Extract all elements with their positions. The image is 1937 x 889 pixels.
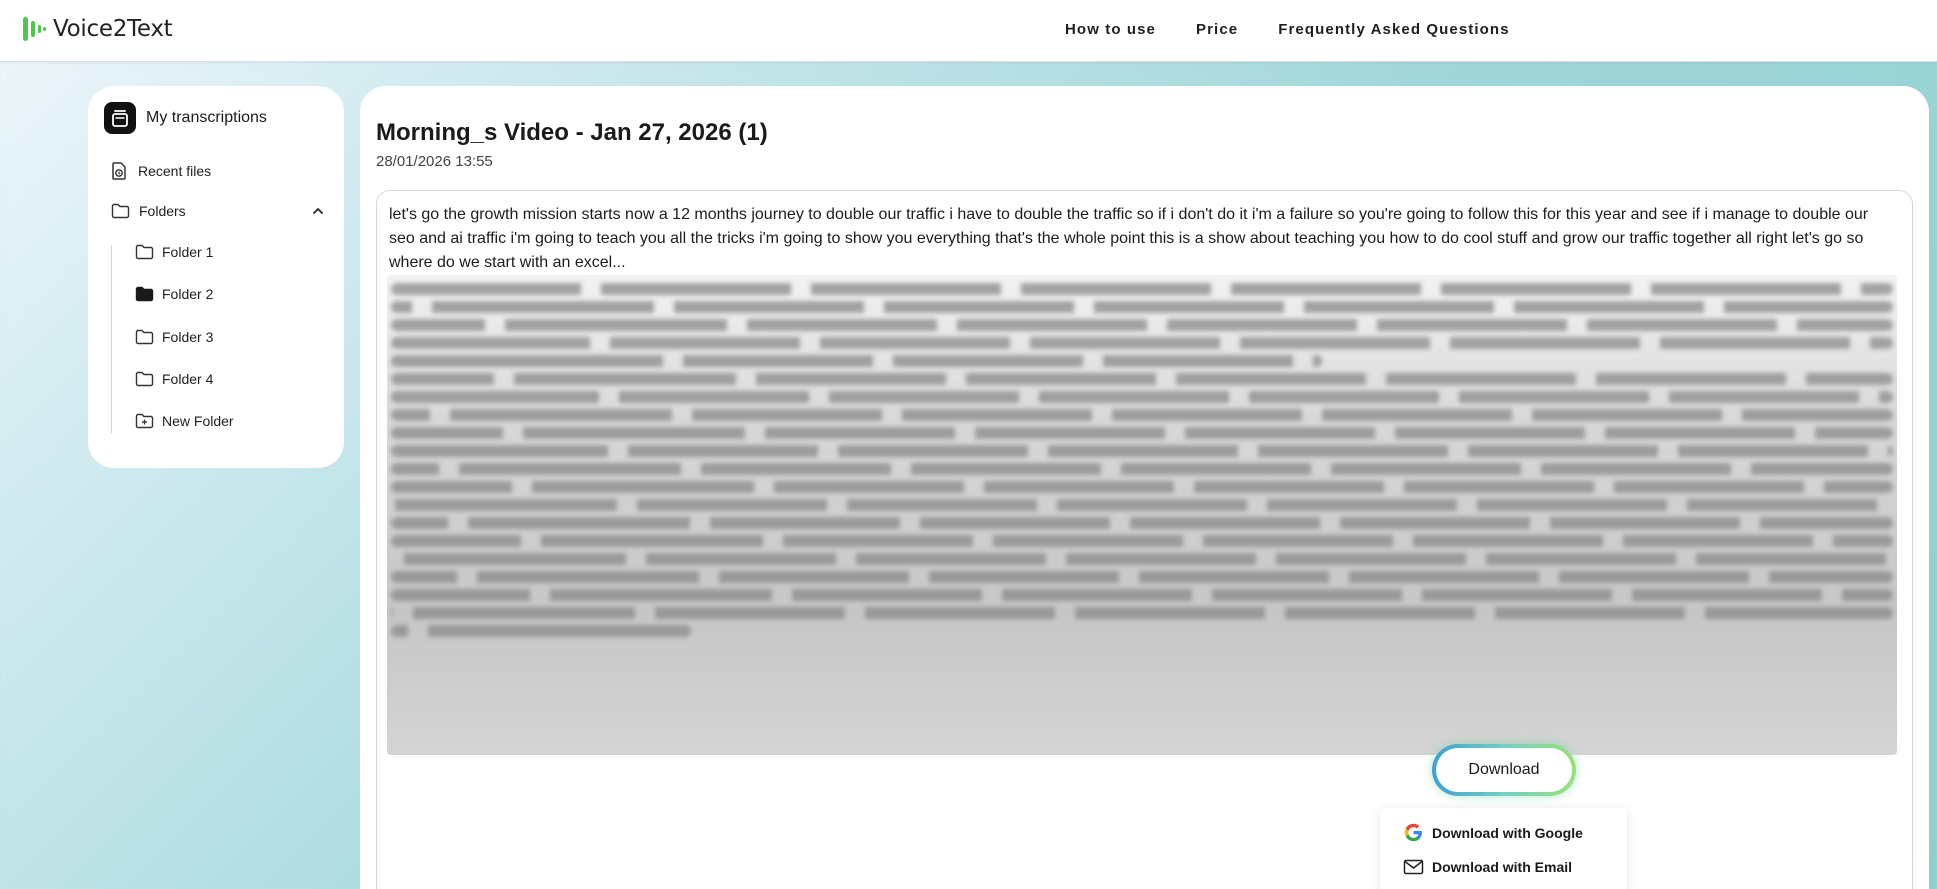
sidebar-item-recent-files[interactable]: Recent files: [111, 161, 211, 181]
blurred-text-line: [391, 427, 1893, 439]
download-with-google-option[interactable]: Download with Google: [1403, 822, 1583, 843]
main-nav: How to use Price Frequently Asked Questi…: [1065, 21, 1550, 38]
folders-label: Folders: [139, 203, 186, 219]
blurred-text-line: [391, 553, 1893, 565]
transcriptions-sidebar: My transcriptions Recent files Folders F…: [88, 86, 344, 468]
blurred-text-line: [391, 355, 1323, 367]
download-with-email-option[interactable]: Download with Email: [1403, 859, 1572, 875]
sidebar-folder-2[interactable]: Folder 2: [135, 286, 213, 302]
nav-how-to-use[interactable]: How to use: [1065, 21, 1156, 38]
folder-plus-icon: [135, 413, 154, 429]
nav-price[interactable]: Price: [1196, 21, 1238, 38]
transcriptions-icon: [104, 102, 136, 134]
mail-icon: [1403, 859, 1424, 875]
blurred-text-line: [391, 319, 1893, 331]
folder-label: Folder 4: [162, 371, 214, 387]
blurred-transcript: [387, 275, 1897, 755]
download-email-label: Download with Email: [1432, 859, 1573, 875]
blurred-text-line: [391, 607, 1893, 619]
download-button[interactable]: Download: [1432, 744, 1576, 796]
sidebar-folder-3[interactable]: Folder 3: [135, 329, 213, 345]
folder-outline-icon: [135, 329, 154, 345]
blurred-text-line: [391, 625, 692, 637]
blurred-text-line: [391, 445, 1893, 457]
blurred-text-line: [391, 535, 1893, 547]
blurred-text-line: [391, 301, 1893, 313]
my-transcriptions-label: My transcriptions: [146, 109, 267, 126]
folder-filled-icon: [135, 286, 154, 302]
blurred-text-line: [391, 391, 1893, 403]
my-transcriptions-header[interactable]: My transcriptions: [104, 102, 267, 134]
recent-files-label: Recent files: [138, 163, 212, 179]
blurred-text-line: [391, 499, 1893, 511]
brand-logo[interactable]: Voice2Text: [22, 13, 173, 45]
sidebar-folder-1[interactable]: Folder 1: [135, 244, 213, 260]
blurred-text-line: [391, 409, 1893, 421]
nav-faq[interactable]: Frequently Asked Questions: [1278, 21, 1509, 38]
folder-outline-icon: [135, 244, 154, 260]
chevron-up-icon[interactable]: [312, 207, 324, 215]
folder-label: Folder 3: [162, 329, 214, 345]
google-icon: [1404, 823, 1422, 842]
blurred-text-line: [391, 337, 1893, 349]
transcription-panel: Morning_s Video - Jan 27, 2026 (1) 28/01…: [360, 86, 1929, 889]
blurred-text-line: [391, 283, 1893, 295]
folder-label: Folder 1: [162, 244, 214, 260]
folder-label: Folder 2: [162, 286, 214, 302]
transcript-box[interactable]: let's go the growth mission starts now a…: [376, 190, 1913, 889]
soundwave-logo-icon: [23, 17, 46, 41]
folder-outline-icon: [111, 203, 130, 219]
blurred-text-line: [391, 589, 1893, 601]
top-header: Voice2Text How to use Price Frequently A…: [0, 0, 1937, 62]
blurred-text-line: [391, 517, 1893, 529]
transcription-date: 28/01/2026 13:55: [376, 153, 493, 170]
new-folder-label: New Folder: [162, 413, 234, 429]
sidebar-folder-4[interactable]: Folder 4: [135, 371, 213, 387]
download-menu: Download with Google Download with Email: [1380, 808, 1627, 889]
blurred-text-line: [391, 481, 1893, 493]
sidebar-item-folders[interactable]: Folders: [111, 203, 186, 219]
new-folder-button[interactable]: New Folder: [135, 413, 234, 429]
folder-outline-icon: [135, 371, 154, 387]
transcript-preview-text: let's go the growth mission starts now a…: [389, 206, 1869, 271]
page-title: Morning_s Video - Jan 27, 2026 (1): [376, 119, 768, 146]
folder-tree-line: [111, 245, 112, 433]
blurred-text-line: [391, 373, 1893, 385]
recent-files-icon: [112, 162, 126, 180]
download-google-label: Download with Google: [1432, 824, 1583, 841]
blurred-text-line: [391, 571, 1893, 583]
brand-name: Voice2Text: [53, 16, 173, 42]
blurred-text-line: [391, 463, 1893, 475]
